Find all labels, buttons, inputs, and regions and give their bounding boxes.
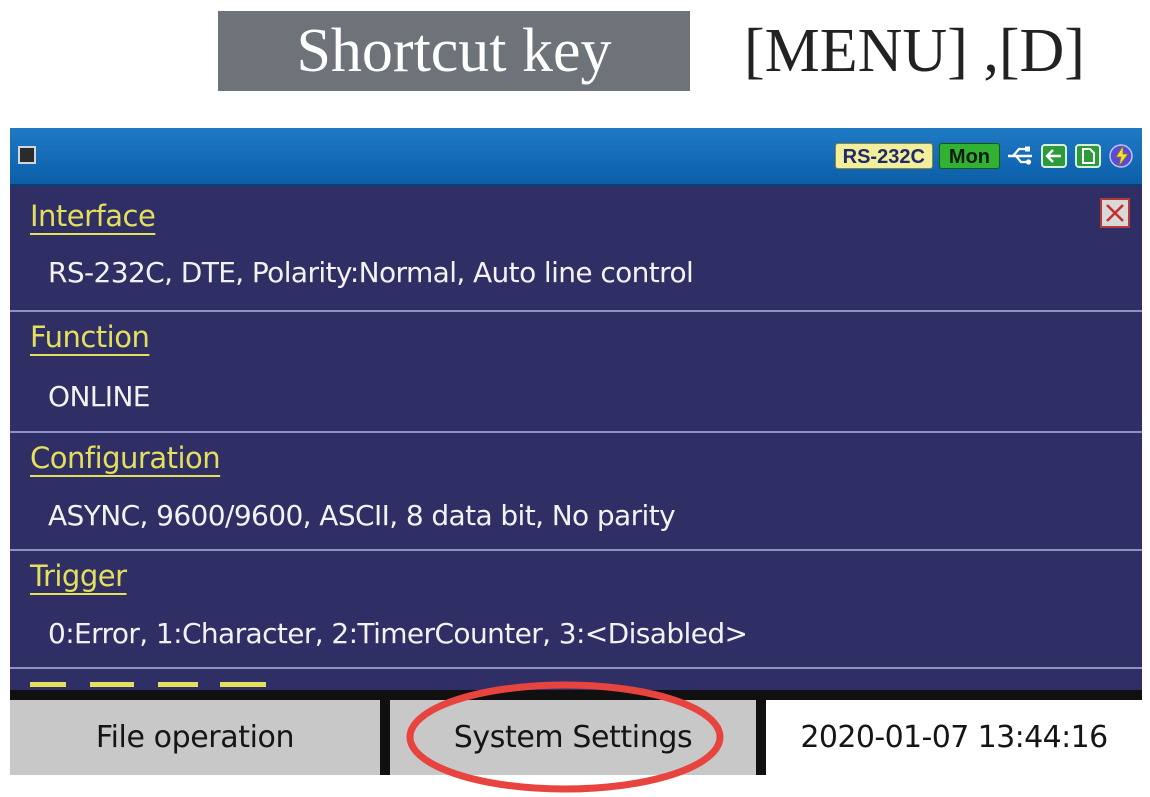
section-configuration[interactable]: Configuration ASYNC, 9600/9600, ASCII, 8… (10, 433, 1142, 551)
section-value-trigger: 0:Error, 1:Character, 2:TimerCounter, 3:… (48, 617, 748, 650)
system-settings-button[interactable]: System Settings (390, 700, 756, 775)
section-value-interface: RS-232C, DTE, Polarity:Normal, Auto line… (48, 256, 694, 289)
battery-icon (1108, 143, 1136, 169)
section-title-function: Function (30, 320, 150, 354)
datetime-display: 2020-01-07 13:44:16 (766, 700, 1142, 775)
port-status-badge: RS-232C (834, 143, 933, 169)
shortcut-key-combination: [MENU] ,[D] (744, 17, 1085, 85)
mode-status-badge: Mon (938, 143, 1000, 169)
close-button[interactable] (1100, 198, 1130, 228)
section-function[interactable]: Function ONLINE (10, 312, 1142, 433)
section-interface[interactable]: Interface RS-232C, DTE, Polarity:Normal,… (10, 186, 1142, 312)
usb-icon (1006, 143, 1034, 169)
section-trigger[interactable]: Trigger 0:Error, 1:Character, 2:TimerCou… (10, 551, 1142, 669)
document-icon (1074, 143, 1102, 169)
title-bar: RS-232C Mon (10, 128, 1142, 186)
window-menu-icon[interactable] (18, 146, 36, 164)
device-screen: RS-232C Mon Interface RS-232C, DTE, Pola… (10, 128, 1142, 775)
section-title-interface: Interface (30, 199, 156, 233)
section-value-configuration: ASYNC, 9600/9600, ASCII, 8 data bit, No … (48, 499, 676, 532)
section-title-trigger: Trigger (30, 559, 127, 593)
bottom-bar: File operation System Settings 2020-01-0… (10, 690, 1142, 775)
close-icon (1106, 204, 1124, 222)
arrow-left-icon (1040, 143, 1068, 169)
file-operation-button[interactable]: File operation (10, 700, 380, 775)
section-title-configuration: Configuration (30, 441, 221, 475)
status-indicators: RS-232C Mon (834, 141, 1136, 171)
shortcut-key-label: Shortcut key (218, 11, 690, 91)
section-value-function: ONLINE (48, 380, 150, 413)
